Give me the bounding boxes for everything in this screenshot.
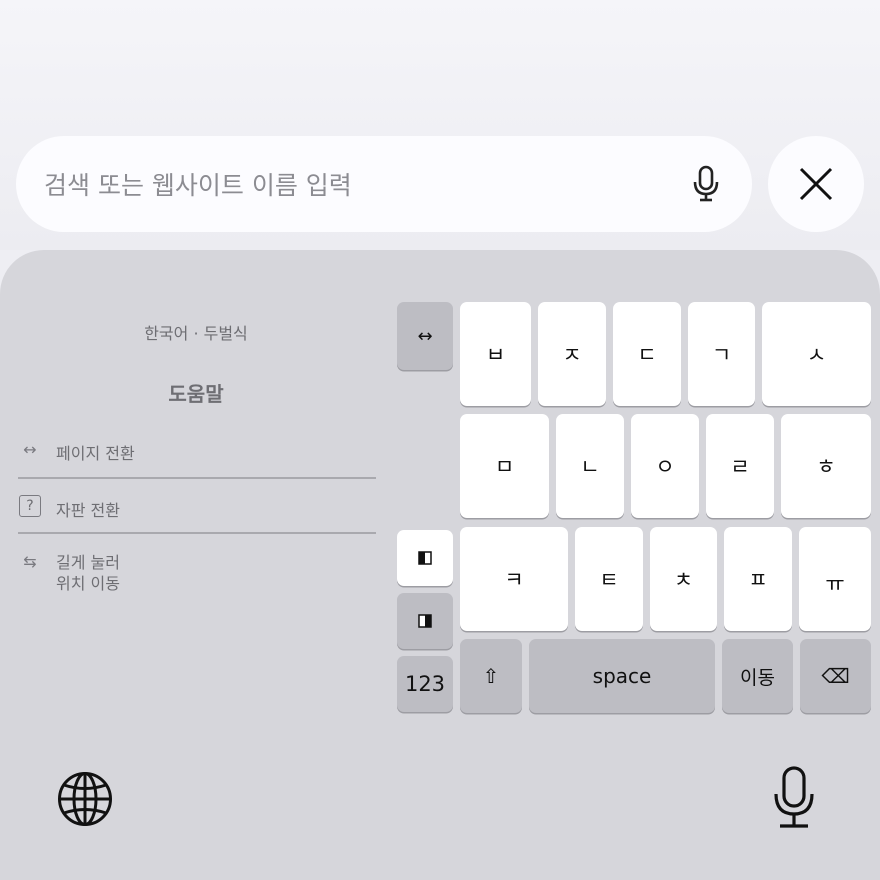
key-g[interactable]: ㄱ — [688, 302, 755, 406]
page-switch-key[interactable]: ↔ — [397, 302, 453, 370]
keyboard-right-icon — [418, 614, 432, 628]
key-k[interactable]: ㅋ — [460, 527, 568, 631]
help-item-layout-switch: ? 자판 전환 — [18, 495, 376, 521]
numbers-key[interactable]: 123 — [397, 656, 453, 712]
key-d[interactable]: ㄷ — [613, 302, 681, 406]
shift-icon: ⇧ — [482, 664, 500, 688]
key-m[interactable]: ㅁ — [460, 414, 549, 518]
key-yu[interactable]: ㅠ — [799, 527, 871, 631]
keyboard-right-position-key[interactable] — [397, 593, 453, 649]
keyboard-language-label: 한국어 · 두벌식 — [144, 324, 248, 343]
divider — [18, 477, 376, 479]
key-s[interactable]: ㅅ — [762, 302, 871, 406]
keyboard: 한국어 · 두벌식 도움말 ↔ 페이지 전환 ? 자판 전환 ⇆ 길게 눌러 위… — [0, 250, 880, 880]
delete-icon: ⌫ — [821, 664, 850, 688]
delete-key[interactable]: ⌫ — [800, 639, 871, 713]
help-item-label: 페이지 전환 — [56, 444, 135, 463]
key-r[interactable]: ㄹ — [706, 414, 774, 518]
key-j[interactable]: ㅈ — [538, 302, 606, 406]
key-t[interactable]: ㅌ — [575, 527, 643, 631]
help-item-label-line1: 길게 눌러 — [56, 553, 120, 572]
keyboard-left-position-key[interactable] — [397, 530, 453, 586]
key-ch[interactable]: ㅊ — [650, 527, 717, 631]
key-ng[interactable]: ㅇ — [631, 414, 699, 518]
microphone-icon[interactable] — [686, 164, 726, 204]
key-b[interactable]: ㅂ — [460, 302, 531, 406]
keyboard-left-icon — [418, 551, 432, 565]
key-p[interactable]: ㅍ — [724, 527, 792, 631]
close-icon — [799, 167, 833, 201]
go-key[interactable]: 이동 — [722, 639, 793, 713]
help-item-label: 자판 전환 — [56, 501, 120, 520]
key-h[interactable]: ㅎ — [781, 414, 871, 518]
question-box-icon: ? — [18, 495, 42, 517]
close-button[interactable] — [768, 136, 864, 232]
swap-arrows-icon: ⇆ — [23, 552, 37, 571]
arrows-horizontal-icon: ↔ — [23, 440, 37, 459]
key-n[interactable]: ㄴ — [556, 414, 624, 518]
search-bar[interactable]: 검색 또는 웹사이트 이름 입력 — [16, 136, 752, 232]
help-item-page-switch: ↔ 페이지 전환 — [18, 440, 376, 464]
help-item-label-line2: 위치 이동 — [56, 574, 120, 593]
dictation-microphone-icon[interactable] — [772, 766, 816, 830]
help-title: 도움말 — [168, 382, 224, 406]
divider — [18, 532, 376, 534]
shift-key[interactable]: ⇧ — [460, 639, 522, 713]
globe-icon[interactable] — [56, 770, 114, 828]
search-placeholder[interactable]: 검색 또는 웹사이트 이름 입력 — [44, 166, 686, 202]
space-key[interactable]: space — [529, 639, 715, 713]
help-item-move: ⇆ 길게 눌러 위치 이동 — [18, 552, 376, 594]
